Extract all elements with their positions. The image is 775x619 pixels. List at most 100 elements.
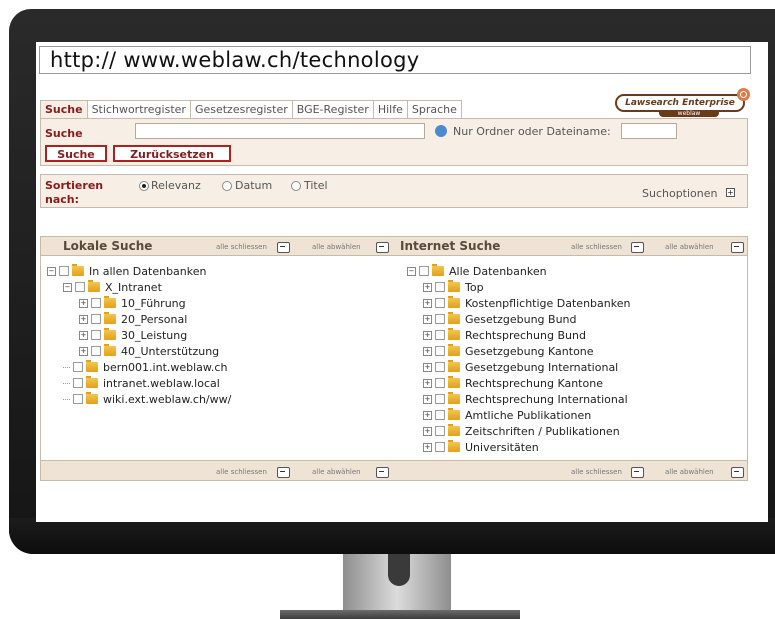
tree-node-label: 40_Unterstützung bbox=[121, 344, 220, 358]
tab-sprache[interactable]: Sprache bbox=[406, 100, 462, 119]
collapse-icon[interactable]: − bbox=[63, 282, 72, 292]
footer-internet-close-all[interactable]: alle schliessen bbox=[571, 468, 622, 476]
tab-gesetzesregister[interactable]: Gesetzesregister bbox=[189, 100, 293, 119]
tree-node[interactable]: + Gesetzgebung Bund bbox=[423, 312, 577, 326]
expand-icon[interactable]: + bbox=[423, 410, 432, 420]
tree-checkbox[interactable] bbox=[435, 394, 445, 404]
tree-checkbox[interactable] bbox=[73, 378, 83, 388]
tree-checkbox[interactable] bbox=[435, 314, 445, 324]
sort-label-relevanz: Relevanz bbox=[151, 179, 201, 192]
expand-icon[interactable]: + bbox=[423, 330, 432, 340]
local-close-all-icon[interactable] bbox=[277, 242, 290, 253]
sort-radio-relevanz[interactable] bbox=[139, 181, 149, 191]
expand-icon[interactable]: + bbox=[423, 362, 432, 372]
footer-local-deselect-all[interactable]: alle abwählen bbox=[312, 468, 361, 476]
expand-icon[interactable]: + bbox=[79, 330, 88, 340]
tree-checkbox[interactable] bbox=[73, 394, 83, 404]
tree-checkbox[interactable] bbox=[435, 426, 445, 436]
expand-icon[interactable]: + bbox=[79, 298, 88, 308]
collapse-icon[interactable]: − bbox=[47, 266, 56, 276]
footer-internet-deselect-all-icon[interactable] bbox=[731, 467, 744, 478]
tree-checkbox[interactable] bbox=[435, 378, 445, 388]
reset-button[interactable]: Zurücksetzen bbox=[113, 145, 231, 162]
tree-node[interactable]: − X_Intranet bbox=[63, 280, 162, 294]
internet-close-all[interactable]: alle schliessen bbox=[571, 243, 622, 251]
tree-checkbox[interactable] bbox=[91, 298, 101, 308]
tree-node[interactable]: + Top bbox=[423, 280, 484, 294]
folder-icon bbox=[448, 344, 460, 356]
tree-node[interactable]: +30_Leistung bbox=[79, 328, 187, 342]
tree-node-label: X_Intranet bbox=[105, 280, 162, 294]
sort-radio-titel[interactable] bbox=[291, 181, 301, 191]
expand-icon[interactable]: + bbox=[423, 314, 432, 324]
expand-icon[interactable]: + bbox=[423, 426, 432, 436]
expand-icon[interactable]: + bbox=[79, 314, 88, 324]
internet-deselect-all-icon[interactable] bbox=[731, 242, 744, 253]
tree-checkbox[interactable] bbox=[91, 314, 101, 324]
tree-node[interactable]: + Gesetzgebung Kantone bbox=[423, 344, 594, 358]
footer-internet-deselect-all[interactable]: alle abwählen bbox=[665, 468, 714, 476]
tree-checkbox[interactable] bbox=[435, 282, 445, 292]
tab-suche[interactable]: Suche bbox=[40, 100, 88, 119]
tree-checkbox[interactable] bbox=[435, 362, 445, 372]
tree-checkbox[interactable] bbox=[419, 266, 429, 276]
tree-line-icon bbox=[63, 366, 70, 368]
tab-bge-register[interactable]: BGE-Register bbox=[291, 100, 374, 119]
folder-filter-input[interactable] bbox=[621, 123, 677, 139]
tree-checkbox[interactable] bbox=[435, 442, 445, 452]
tree-checkbox[interactable] bbox=[73, 362, 83, 372]
tree-node[interactable]: + Zeitschriften / Publikationen bbox=[423, 424, 620, 438]
tree-node-label: Gesetzgebung Bund bbox=[465, 312, 577, 326]
expand-icon[interactable]: + bbox=[423, 282, 432, 292]
url-bar[interactable]: http:// www.weblaw.ch/technology bbox=[39, 46, 751, 74]
tree-checkbox[interactable] bbox=[59, 266, 69, 276]
tree-node[interactable]: + Gesetzgebung International bbox=[423, 360, 618, 374]
tree-checkbox[interactable] bbox=[435, 410, 445, 420]
tree-checkbox[interactable] bbox=[91, 346, 101, 356]
search-button[interactable]: Suche bbox=[45, 145, 107, 162]
footer-internet-close-all-icon[interactable] bbox=[631, 467, 644, 478]
tree-checkbox[interactable] bbox=[91, 330, 101, 340]
internet-deselect-all[interactable]: alle abwählen bbox=[665, 243, 714, 251]
tree-node[interactable]: +10_Führung bbox=[79, 296, 186, 310]
tree-node[interactable]: + Rechtsprechung Bund bbox=[423, 328, 586, 342]
search-input[interactable] bbox=[135, 123, 425, 139]
footer-local-close-all[interactable]: alle schliessen bbox=[216, 468, 267, 476]
tree-node[interactable]: + Kostenpflichtige Datenbanken bbox=[423, 296, 630, 310]
tree-node[interactable]: + Rechtsprechung International bbox=[423, 392, 628, 406]
tree-node[interactable]: − Alle Datenbanken bbox=[407, 264, 547, 278]
expand-icon[interactable]: + bbox=[423, 394, 432, 404]
tree-node[interactable]: +40_Unterstützung bbox=[79, 344, 219, 358]
tab-hilfe[interactable]: Hilfe bbox=[372, 100, 408, 119]
footer-local-close-all-icon[interactable] bbox=[277, 467, 290, 478]
tree-node[interactable]: +20_Personal bbox=[79, 312, 187, 326]
expand-options-icon[interactable]: + bbox=[726, 188, 735, 197]
tree-checkbox[interactable] bbox=[75, 282, 85, 292]
internet-close-all-icon[interactable] bbox=[631, 242, 644, 253]
local-deselect-all-icon[interactable] bbox=[376, 242, 389, 253]
tree-node[interactable]: − In allen Datenbanken bbox=[47, 264, 206, 278]
tree-node[interactable]: + Amtliche Publikationen bbox=[423, 408, 591, 422]
local-close-all[interactable]: alle schliessen bbox=[216, 243, 267, 251]
footer-local-deselect-all-icon[interactable] bbox=[376, 467, 389, 478]
tree-checkbox[interactable] bbox=[435, 330, 445, 340]
expand-icon[interactable]: + bbox=[423, 346, 432, 356]
expand-icon[interactable]: + bbox=[423, 298, 432, 308]
search-options-label[interactable]: Suchoptionen bbox=[642, 187, 718, 200]
tree-node[interactable]: bern001.int.weblaw.ch bbox=[63, 360, 227, 374]
info-icon[interactable] bbox=[435, 125, 447, 137]
tree-checkbox[interactable] bbox=[435, 346, 445, 356]
tree-checkbox[interactable] bbox=[435, 298, 445, 308]
collapse-icon[interactable]: − bbox=[407, 266, 416, 276]
lawsearch-logo[interactable]: Lawsearch Enterprise weblaw bbox=[615, 88, 750, 117]
expand-icon[interactable]: + bbox=[423, 378, 432, 388]
tab-stichwortregister[interactable]: Stichwortregister bbox=[86, 100, 191, 119]
expand-icon[interactable]: + bbox=[79, 346, 88, 356]
tree-node[interactable]: wiki.ext.weblaw.ch/ww/ bbox=[63, 392, 231, 406]
tree-node[interactable]: intranet.weblaw.local bbox=[63, 376, 220, 390]
tree-node[interactable]: + Rechtsprechung Kantone bbox=[423, 376, 603, 390]
tree-node[interactable]: + Universitäten bbox=[423, 440, 539, 454]
local-deselect-all[interactable]: alle abwählen bbox=[312, 243, 361, 251]
sort-radio-datum[interactable] bbox=[222, 181, 232, 191]
expand-icon[interactable]: + bbox=[423, 442, 432, 452]
